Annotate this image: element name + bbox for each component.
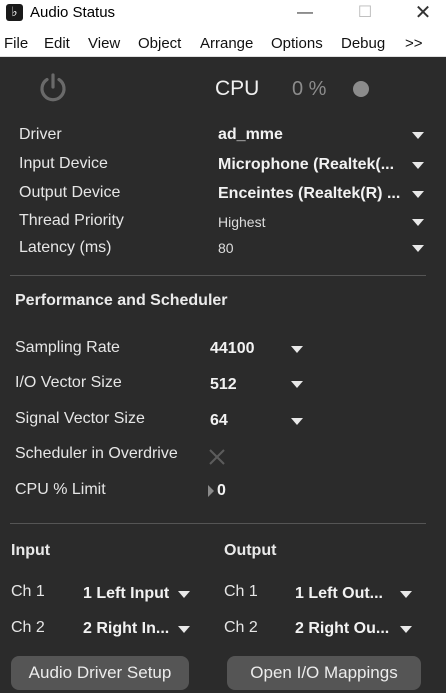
- input-ch1-label: Ch 1: [11, 583, 45, 600]
- signal-vector-size-label: Signal Vector Size: [15, 410, 145, 427]
- output-device-dropdown-icon[interactable]: [412, 191, 424, 198]
- signal-vector-size-select[interactable]: 64: [210, 412, 228, 430]
- thread-priority-select[interactable]: Highest: [218, 214, 265, 230]
- driver-label: Driver: [19, 126, 62, 143]
- output-ch2-select[interactable]: 2 Right Ou...: [295, 620, 389, 638]
- driver-select[interactable]: ad_mme: [218, 126, 283, 144]
- driver-dropdown-icon[interactable]: [412, 132, 424, 139]
- audio-driver-setup-button[interactable]: Audio Driver Setup: [11, 656, 189, 690]
- input-ch2-select[interactable]: 2 Right In...: [83, 620, 169, 638]
- output-device-select[interactable]: Enceintes (Realtek(R) ...: [218, 185, 400, 203]
- input-device-dropdown-icon[interactable]: [412, 162, 424, 169]
- minimize-button[interactable]: —: [282, 0, 328, 28]
- overdrive-toggle-icon[interactable]: [208, 448, 226, 466]
- divider: [10, 275, 426, 276]
- output-ch2-label: Ch 2: [224, 619, 258, 636]
- sampling-rate-select[interactable]: 44100: [210, 340, 255, 358]
- close-button[interactable]: ✕: [400, 0, 446, 28]
- io-vector-size-dropdown-icon[interactable]: [291, 381, 303, 388]
- thread-priority-label: Thread Priority: [19, 212, 124, 229]
- output-section-title: Output: [224, 542, 277, 559]
- window-title: Audio Status: [30, 4, 116, 21]
- power-icon[interactable]: [37, 72, 69, 104]
- input-ch2-label: Ch 2: [11, 619, 45, 636]
- cpu-indicator-led: [353, 81, 369, 97]
- latency-label: Latency (ms): [19, 239, 112, 256]
- title-bar: ♭ Audio Status — ☐ ✕: [0, 0, 446, 28]
- output-ch2-dropdown-icon[interactable]: [400, 626, 412, 633]
- sampling-rate-dropdown-icon[interactable]: [291, 346, 303, 353]
- input-ch2-dropdown-icon[interactable]: [178, 626, 190, 633]
- cpu-value: 0 %: [292, 78, 327, 100]
- scheduler-overdrive-label: Scheduler in Overdrive: [15, 445, 178, 462]
- menu-more[interactable]: >>: [405, 35, 423, 52]
- latency-dropdown-icon[interactable]: [412, 245, 424, 252]
- signal-vector-size-dropdown-icon[interactable]: [291, 418, 303, 425]
- menu-file[interactable]: File: [4, 35, 28, 52]
- menu-debug[interactable]: Debug: [341, 35, 385, 52]
- menu-options[interactable]: Options: [271, 35, 323, 52]
- input-section-title: Input: [11, 542, 51, 559]
- output-ch1-select[interactable]: 1 Left Out...: [295, 585, 383, 603]
- performance-section-title: Performance and Scheduler: [15, 292, 228, 309]
- menu-view[interactable]: View: [88, 35, 120, 52]
- thread-priority-dropdown-icon[interactable]: [412, 219, 424, 226]
- output-ch1-label: Ch 1: [224, 583, 258, 600]
- menu-arrange[interactable]: Arrange: [200, 35, 253, 52]
- menu-bar: File Edit View Object Arrange Options De…: [0, 28, 446, 57]
- divider: [10, 523, 426, 524]
- cpu-limit-number[interactable]: 0: [217, 482, 226, 500]
- io-vector-size-label: I/O Vector Size: [15, 374, 122, 391]
- menu-edit[interactable]: Edit: [44, 35, 70, 52]
- input-device-select[interactable]: Microphone (Realtek(...: [218, 156, 394, 174]
- input-ch1-dropdown-icon[interactable]: [178, 591, 190, 598]
- input-ch1-select[interactable]: 1 Left Input: [83, 585, 169, 603]
- maximize-button[interactable]: ☐: [342, 0, 388, 28]
- io-vector-size-select[interactable]: 512: [210, 376, 237, 394]
- input-device-label: Input Device: [19, 155, 108, 172]
- output-device-label: Output Device: [19, 184, 121, 201]
- max-logo-icon: ♭: [6, 4, 23, 21]
- latency-select[interactable]: 80: [218, 240, 234, 256]
- sampling-rate-label: Sampling Rate: [15, 339, 120, 356]
- cpu-label: CPU: [215, 77, 260, 100]
- open-io-mappings-button[interactable]: Open I/O Mappings: [227, 656, 421, 690]
- cpu-limit-label: CPU % Limit: [15, 481, 106, 498]
- cpu-limit-arrow-icon: [208, 485, 214, 497]
- menu-object[interactable]: Object: [138, 35, 181, 52]
- output-ch1-dropdown-icon[interactable]: [400, 591, 412, 598]
